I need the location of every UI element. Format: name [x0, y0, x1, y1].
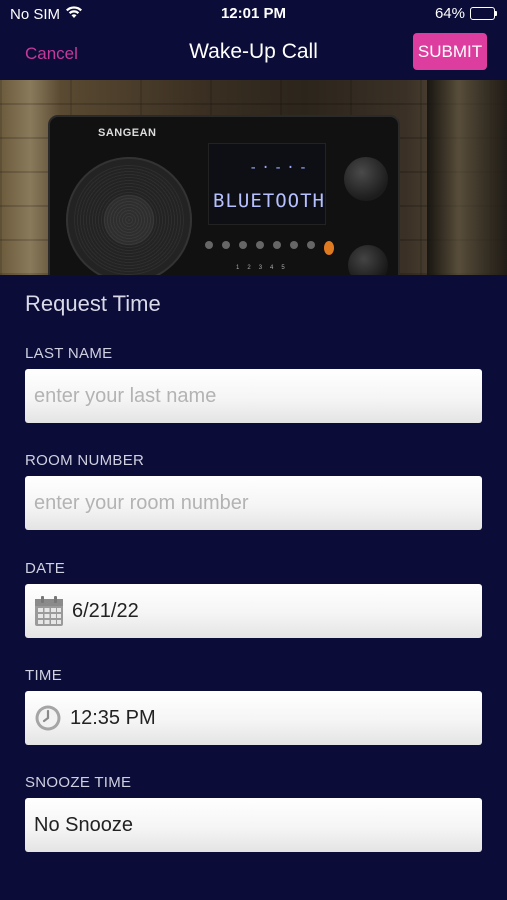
display-text: BLUETOOTH: [213, 190, 325, 212]
battery-icon: [470, 7, 497, 20]
status-bar: No SIM 12:01 PM 64%: [0, 0, 507, 28]
snooze-time-label: SNOOZE TIME: [25, 774, 132, 791]
date-picker[interactable]: 6/21/22: [25, 584, 482, 638]
volume-knob: [348, 245, 388, 275]
room-number-input[interactable]: [34, 476, 482, 530]
time-picker[interactable]: 12:35 PM: [25, 691, 482, 745]
date-value: 6/21/22: [72, 599, 139, 622]
date-label: DATE: [25, 560, 66, 577]
snooze-time-value: No Snooze: [34, 813, 133, 836]
submit-button[interactable]: SUBMIT: [413, 33, 487, 70]
display-dots: -·-·-: [249, 160, 312, 176]
clock-icon: [34, 704, 62, 732]
radio-brand: SANGEAN: [98, 127, 157, 139]
last-name-label: LAST NAME: [25, 345, 113, 362]
time-label: TIME: [25, 667, 63, 684]
snooze-time-select[interactable]: No Snooze: [25, 798, 482, 852]
preset-numbers: 12345: [236, 265, 285, 271]
radio-device: SANGEAN -·-·- BLUETOOTH 12345: [48, 115, 400, 275]
speaker-grille: [66, 157, 192, 275]
last-name-field-box: [25, 369, 482, 423]
status-time: 12:01 PM: [220, 5, 287, 22]
last-name-input[interactable]: [34, 369, 482, 423]
room-number-label: ROOM NUMBER: [25, 452, 145, 469]
radio-buttons: [205, 241, 334, 255]
hero-image: SANGEAN -·-·- BLUETOOTH 12345: [0, 80, 507, 275]
glass-decoration: [427, 80, 507, 275]
radio-display: -·-·- BLUETOOTH: [208, 143, 326, 225]
section-title: Request Time: [25, 291, 161, 316]
calendar-icon: [34, 595, 64, 627]
time-value: 12:35 PM: [70, 706, 156, 729]
battery-group: 64%: [435, 5, 497, 22]
tuning-knob: [344, 157, 388, 201]
battery-percent: 64%: [434, 5, 465, 22]
nav-bar: Cancel Wake-Up Call SUBMIT: [0, 28, 507, 80]
room-number-field-box: [25, 476, 482, 530]
